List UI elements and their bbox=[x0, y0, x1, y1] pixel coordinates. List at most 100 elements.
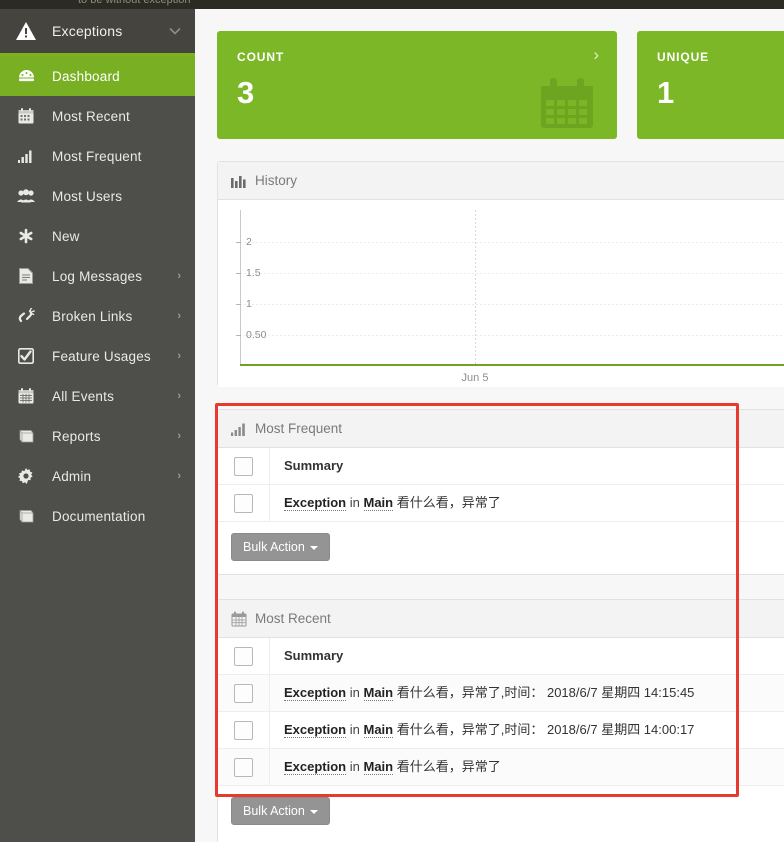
sidebar-item-all-events[interactable]: All Events › bbox=[0, 376, 195, 416]
table-header-row: Summary bbox=[218, 638, 784, 675]
sidebar: Exceptions Dashboard Most Recent Most Fr… bbox=[0, 9, 195, 842]
history-chart: 2 1.5 1 0.50 Jun 5 bbox=[218, 200, 784, 387]
row-checkbox[interactable] bbox=[234, 493, 253, 513]
row-summary-text: 看什么看，异常了,时间： 2018/6/7 星期四 14:15:45 bbox=[396, 685, 695, 700]
chevron-right-icon: › bbox=[177, 430, 181, 442]
column-header-summary: Summary bbox=[284, 458, 344, 473]
warning-triangle-icon bbox=[14, 22, 38, 40]
source-link[interactable]: Main bbox=[363, 685, 394, 701]
chevron-right-icon[interactable]: › bbox=[593, 45, 599, 65]
row-select-cell[interactable] bbox=[218, 712, 270, 748]
chevron-right-icon: › bbox=[177, 470, 181, 482]
chart-ytick-mark bbox=[236, 273, 241, 274]
bulk-action-label: Bulk Action bbox=[243, 804, 305, 818]
users-icon bbox=[14, 189, 38, 203]
row-summary: Exception in Main 看什么看，异常了 bbox=[270, 749, 784, 785]
sidebar-item-label: Feature Usages bbox=[52, 348, 151, 364]
sidebar-item-most-recent[interactable]: Most Recent bbox=[0, 96, 195, 136]
app-root: Exceptions Dashboard Most Recent Most Fr… bbox=[0, 9, 784, 842]
row-checkbox[interactable] bbox=[234, 720, 253, 740]
most-recent-bulk-bar: Bulk Action bbox=[218, 786, 784, 836]
in-word: in bbox=[349, 759, 360, 774]
broken-link-icon bbox=[14, 308, 38, 324]
sidebar-item-documentation[interactable]: Documentation bbox=[0, 496, 195, 536]
most-frequent-panel: Most Frequent Summary Exception in Main … bbox=[217, 409, 784, 575]
chart-xtick-label: Jun 5 bbox=[461, 372, 489, 384]
select-all-cell[interactable] bbox=[218, 448, 270, 484]
sidebar-item-log-messages[interactable]: Log Messages › bbox=[0, 256, 195, 296]
select-all-checkbox[interactable] bbox=[234, 646, 253, 666]
sidebar-section-exceptions[interactable]: Exceptions bbox=[0, 9, 195, 56]
calendar-grid-icon bbox=[14, 388, 38, 404]
chevron-right-icon: › bbox=[177, 310, 181, 322]
sidebar-item-label: Dashboard bbox=[52, 68, 120, 84]
most-recent-title: Most Recent bbox=[255, 611, 331, 626]
sidebar-item-admin[interactable]: Admin › bbox=[0, 456, 195, 496]
exception-link[interactable]: Exception bbox=[284, 685, 347, 701]
chevron-right-icon: › bbox=[177, 390, 181, 402]
main-content: COUNT 3 › UNIQUE 1 History 2 1.5 1 0.50 … bbox=[195, 9, 784, 842]
select-all-cell[interactable] bbox=[218, 638, 270, 674]
sidebar-item-label: Admin bbox=[52, 468, 92, 484]
bar-chart-icon bbox=[231, 174, 247, 188]
bulk-action-button[interactable]: Bulk Action bbox=[231, 797, 330, 825]
chevron-down-icon[interactable] bbox=[169, 24, 181, 38]
sidebar-item-most-users[interactable]: Most Users bbox=[0, 176, 195, 216]
sidebar-item-reports[interactable]: Reports › bbox=[0, 416, 195, 456]
sidebar-item-label: Most Users bbox=[52, 188, 123, 204]
row-select-cell[interactable] bbox=[218, 485, 270, 521]
row-checkbox[interactable] bbox=[234, 757, 253, 777]
most-recent-header: Most Recent bbox=[218, 600, 784, 638]
source-link[interactable]: Main bbox=[363, 722, 394, 738]
bulk-action-button[interactable]: Bulk Action bbox=[231, 533, 330, 561]
chart-gridline bbox=[240, 304, 784, 305]
sidebar-item-dashboard[interactable]: Dashboard bbox=[0, 56, 195, 96]
chart-ytick-mark bbox=[236, 335, 241, 336]
exception-link[interactable]: Exception bbox=[284, 495, 347, 511]
bar-chart-icon bbox=[231, 422, 247, 436]
chart-ytick-label: 0.50 bbox=[246, 329, 267, 341]
sidebar-item-most-frequent[interactable]: Most Frequent bbox=[0, 136, 195, 176]
source-link[interactable]: Main bbox=[363, 759, 394, 775]
row-summary-text: 看什么看，异常了 bbox=[396, 759, 501, 774]
sidebar-item-label: New bbox=[52, 228, 80, 244]
exception-link[interactable]: Exception bbox=[284, 722, 347, 738]
caret-down-icon bbox=[309, 545, 318, 550]
sidebar-item-feature-usages[interactable]: Feature Usages › bbox=[0, 336, 195, 376]
chart-gridline-vertical bbox=[475, 210, 476, 365]
select-all-checkbox[interactable] bbox=[234, 456, 253, 476]
row-select-cell[interactable] bbox=[218, 749, 270, 785]
row-summary: Exception in Main 看什么看，异常了 bbox=[270, 485, 784, 521]
chart-ytick-label: 1 bbox=[246, 298, 252, 310]
book-icon bbox=[14, 509, 38, 524]
table-row[interactable]: Exception in Main 看什么看，异常了,时间： 2018/6/7 … bbox=[218, 712, 784, 749]
source-link[interactable]: Main bbox=[363, 495, 394, 511]
kpi-value: 3 bbox=[237, 75, 255, 110]
dashboard-gauge-icon bbox=[14, 69, 38, 84]
exception-link[interactable]: Exception bbox=[284, 759, 347, 775]
table-header-row: Summary bbox=[218, 448, 784, 485]
history-panel-title: History bbox=[255, 173, 298, 188]
in-word: in bbox=[349, 685, 360, 700]
in-word: in bbox=[349, 495, 360, 510]
row-select-cell[interactable] bbox=[218, 675, 270, 711]
table-row[interactable]: Exception in Main 看什么看，异常了 bbox=[218, 485, 784, 522]
sidebar-item-broken-links[interactable]: Broken Links › bbox=[0, 296, 195, 336]
kpi-card-unique[interactable]: UNIQUE 1 bbox=[637, 31, 784, 139]
chart-series-line bbox=[240, 364, 784, 366]
kpi-card-count[interactable]: COUNT 3 › bbox=[217, 31, 617, 139]
row-checkbox[interactable] bbox=[234, 683, 253, 703]
document-icon bbox=[14, 268, 38, 284]
chart-gridline bbox=[240, 335, 784, 336]
calendar-icon bbox=[231, 611, 247, 627]
table-row[interactable]: Exception in Main 看什么看，异常了 bbox=[218, 749, 784, 786]
kpi-value: 1 bbox=[657, 75, 675, 110]
row-summary: Exception in Main 看什么看，异常了,时间： 2018/6/7 … bbox=[270, 675, 784, 711]
sidebar-item-new[interactable]: New bbox=[0, 216, 195, 256]
in-word: in bbox=[349, 722, 360, 737]
most-frequent-header: Most Frequent bbox=[218, 410, 784, 448]
chart-y-axis bbox=[240, 210, 241, 365]
sidebar-item-label: Most Recent bbox=[52, 108, 130, 124]
table-row[interactable]: Exception in Main 看什么看，异常了,时间： 2018/6/7 … bbox=[218, 675, 784, 712]
bar-chart-icon bbox=[14, 149, 38, 163]
